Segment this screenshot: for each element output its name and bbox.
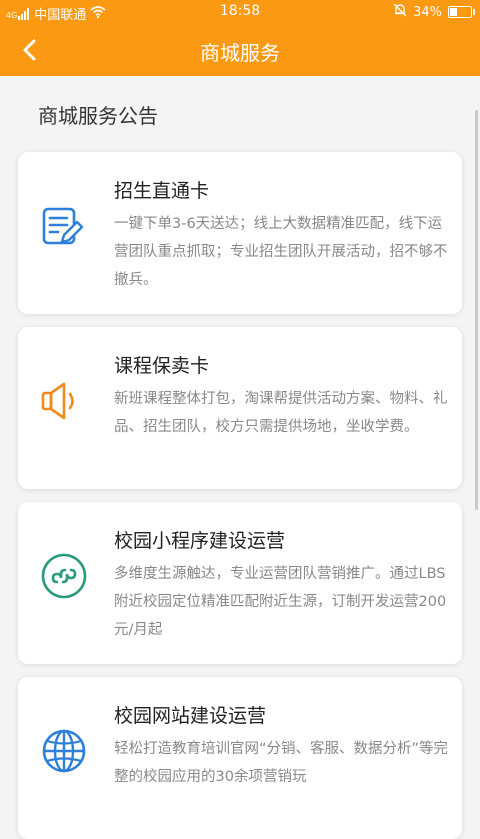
service-card-admission[interactable]: 招生直通卡 一键下单3-6天送达；线上大数据精准匹配，线下运营团队重点抓取；专业…	[18, 152, 462, 314]
battery-icon	[448, 6, 475, 18]
card-title: 课程保卖卡	[114, 355, 210, 377]
speaker-icon	[40, 379, 84, 423]
battery-percent: 34%	[413, 4, 442, 20]
card-description: 轻松打造教育培训官网“分销、客服、数据分析”等完整的校园应用的30余项营销玩	[114, 741, 449, 785]
page-title: 商城服务	[200, 41, 280, 65]
scrollbar[interactable]	[475, 110, 478, 510]
nav-bar: 商城服务	[0, 24, 480, 76]
edit-document-icon	[40, 204, 84, 248]
service-card-course[interactable]: 课程保卖卡 新班课程整体打包，淘课帮提供活动方案、物料、礼品、招生团队，校方只需…	[18, 327, 462, 489]
status-bar: 4G 中国联通 18:58 34%	[0, 0, 480, 24]
battery-fill	[450, 8, 457, 16]
mute-bell-icon	[393, 3, 407, 21]
mini-program-icon	[40, 552, 87, 599]
service-card-website[interactable]: 校园网站建设运营 轻松打造教育培训官网“分销、客服、数据分析”等完整的校园应用的…	[18, 677, 462, 839]
globe-icon	[40, 727, 86, 773]
card-description: 多维度生源触达，专业运营团队营销推广。通过LBS附近校园定位精准匹配附近生源，订…	[114, 566, 447, 638]
status-right: 34%	[393, 3, 475, 21]
section-title: 商城服务公告	[38, 104, 158, 128]
card-title: 招生直通卡	[114, 180, 210, 202]
service-card-mini-program[interactable]: 校园小程序建设运营 多维度生源触达，专业运营团队营销推广。通过LBS附近校园定位…	[18, 502, 462, 664]
card-title: 校园网站建设运营	[114, 705, 267, 727]
card-description: 一键下单3-6天送达；线上大数据精准匹配，线下运营团队重点抓取；专业招生团队开展…	[114, 216, 448, 288]
card-title: 校园小程序建设运营	[114, 530, 286, 552]
card-description: 新班课程整体打包，淘课帮提供活动方案、物料、礼品、招生团队，校方只需提供场地，坐…	[114, 391, 448, 435]
